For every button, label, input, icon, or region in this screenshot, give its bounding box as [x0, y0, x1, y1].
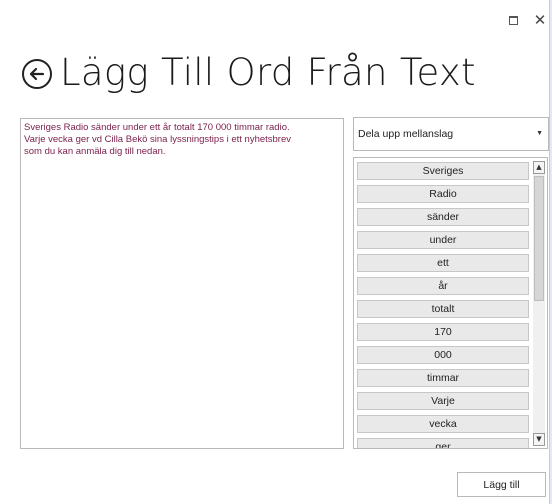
scroll-up-icon[interactable]: ▲ — [533, 161, 545, 174]
split-mode-value: Dela upp mellanslag — [358, 128, 454, 140]
word-item[interactable]: Radio — [357, 185, 529, 203]
word-item[interactable]: Sveriges — [357, 162, 529, 180]
word-list-items: Sveriges Radio sänder under ett år totalt 170 00… — [357, 162, 529, 448]
word-item[interactable]: timmar — [357, 369, 529, 387]
word-list-scrollbar[interactable]: ▲ ▼ — [533, 161, 545, 446]
source-text-input[interactable]: Sveriges Radio sänder under ett år total… — [20, 118, 344, 449]
split-mode-select[interactable]: Dela upp mellanslag ▼ — [353, 117, 549, 151]
word-item[interactable]: ger — [357, 438, 529, 448]
chevron-down-icon: ▼ — [536, 130, 543, 137]
word-item[interactable]: Varje — [357, 392, 529, 410]
word-item[interactable]: sänder — [357, 208, 529, 226]
page-header: Lägg Till Ord Från Text — [22, 42, 476, 102]
dialog-window: ✕ Lägg Till Ord Från Text Sveriges Radio… — [0, 0, 550, 504]
word-item[interactable]: år — [357, 277, 529, 295]
scrollbar-thumb[interactable] — [534, 176, 544, 301]
word-item[interactable]: totalt — [357, 300, 529, 318]
maximize-button[interactable] — [503, 10, 523, 30]
word-item[interactable]: 000 — [357, 346, 529, 364]
back-arrow-circle-icon[interactable] — [22, 59, 52, 89]
close-button[interactable]: ✕ — [530, 10, 550, 30]
maximize-icon — [509, 16, 518, 25]
word-item[interactable]: 170 — [357, 323, 529, 341]
word-item[interactable]: ett — [357, 254, 529, 272]
close-icon: ✕ — [533, 11, 547, 29]
word-item[interactable]: under — [357, 231, 529, 249]
add-button[interactable]: Lägg till — [457, 472, 546, 497]
scroll-down-icon[interactable]: ▼ — [533, 433, 545, 446]
word-list[interactable]: Sveriges Radio sänder under ett år totalt 170 00… — [353, 157, 548, 449]
word-item[interactable]: vecka — [357, 415, 529, 433]
page-title: Lägg Till Ord Från Text — [60, 50, 476, 94]
